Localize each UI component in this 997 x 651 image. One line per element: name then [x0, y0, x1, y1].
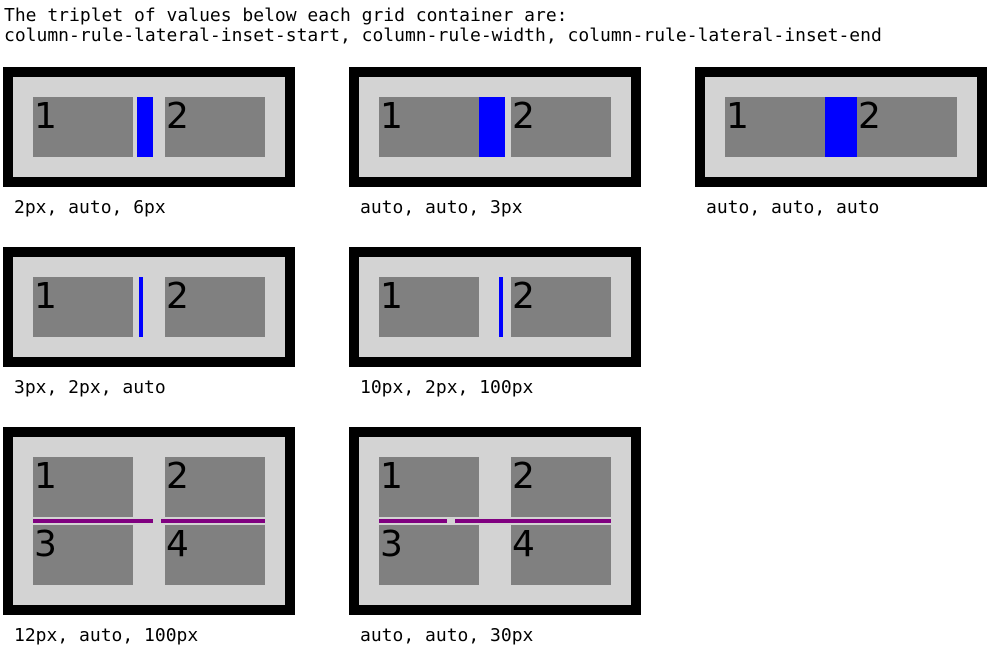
row-rule-segment-left — [33, 519, 153, 523]
row-rule-segment-right — [455, 519, 611, 523]
grid-item: 1 — [33, 457, 133, 517]
caption-3: auto, auto, auto — [706, 197, 880, 218]
grid-item: 1 — [379, 277, 479, 337]
caption-6: 12px, auto, 100px — [14, 625, 199, 646]
grid-item: 1 — [33, 97, 133, 157]
grid-item: 2 — [857, 97, 957, 157]
row-rule-segment-right — [161, 519, 265, 523]
grid-container-3: 1 2 — [695, 67, 987, 187]
grid-item: 1 — [379, 457, 479, 517]
column-rule — [825, 97, 857, 157]
grid-container-5: 1 2 — [349, 247, 641, 367]
row-rule-segment-left — [379, 519, 447, 523]
caption-4: 3px, 2px, auto — [14, 377, 166, 398]
grid-container-2: 1 2 — [349, 67, 641, 187]
intro-line-1: The triplet of values below each grid co… — [4, 5, 568, 26]
column-rule — [479, 97, 505, 157]
grid-item: 1 — [725, 97, 825, 157]
intro-line-2: column-rule-lateral-inset-start, column-… — [4, 25, 882, 46]
grid-item: 4 — [165, 525, 265, 585]
grid-item: 1 — [379, 97, 479, 157]
caption-1: 2px, auto, 6px — [14, 197, 166, 218]
grid-container-6: 1 2 3 4 — [3, 427, 295, 615]
caption-7: auto, auto, 30px — [360, 625, 534, 646]
grid-container-7: 1 2 3 4 — [349, 427, 641, 615]
intro-text: The triplet of values below each grid co… — [4, 6, 882, 46]
column-rule — [139, 277, 143, 337]
grid-item: 2 — [511, 457, 611, 517]
grid-item: 3 — [33, 525, 133, 585]
grid-container-4: 1 2 — [3, 247, 295, 367]
grid-item: 4 — [511, 525, 611, 585]
caption-5: 10px, 2px, 100px — [360, 377, 534, 398]
grid-item: 2 — [511, 97, 611, 157]
grid-item: 2 — [511, 277, 611, 337]
grid-item: 2 — [165, 457, 265, 517]
caption-2: auto, auto, 3px — [360, 197, 523, 218]
column-rule — [137, 97, 153, 157]
grid-item: 3 — [379, 525, 479, 585]
grid-item: 1 — [33, 277, 133, 337]
grid-item: 2 — [165, 97, 265, 157]
grid-container-1: 1 2 — [3, 67, 295, 187]
column-rule — [499, 277, 503, 337]
grid-item: 2 — [165, 277, 265, 337]
